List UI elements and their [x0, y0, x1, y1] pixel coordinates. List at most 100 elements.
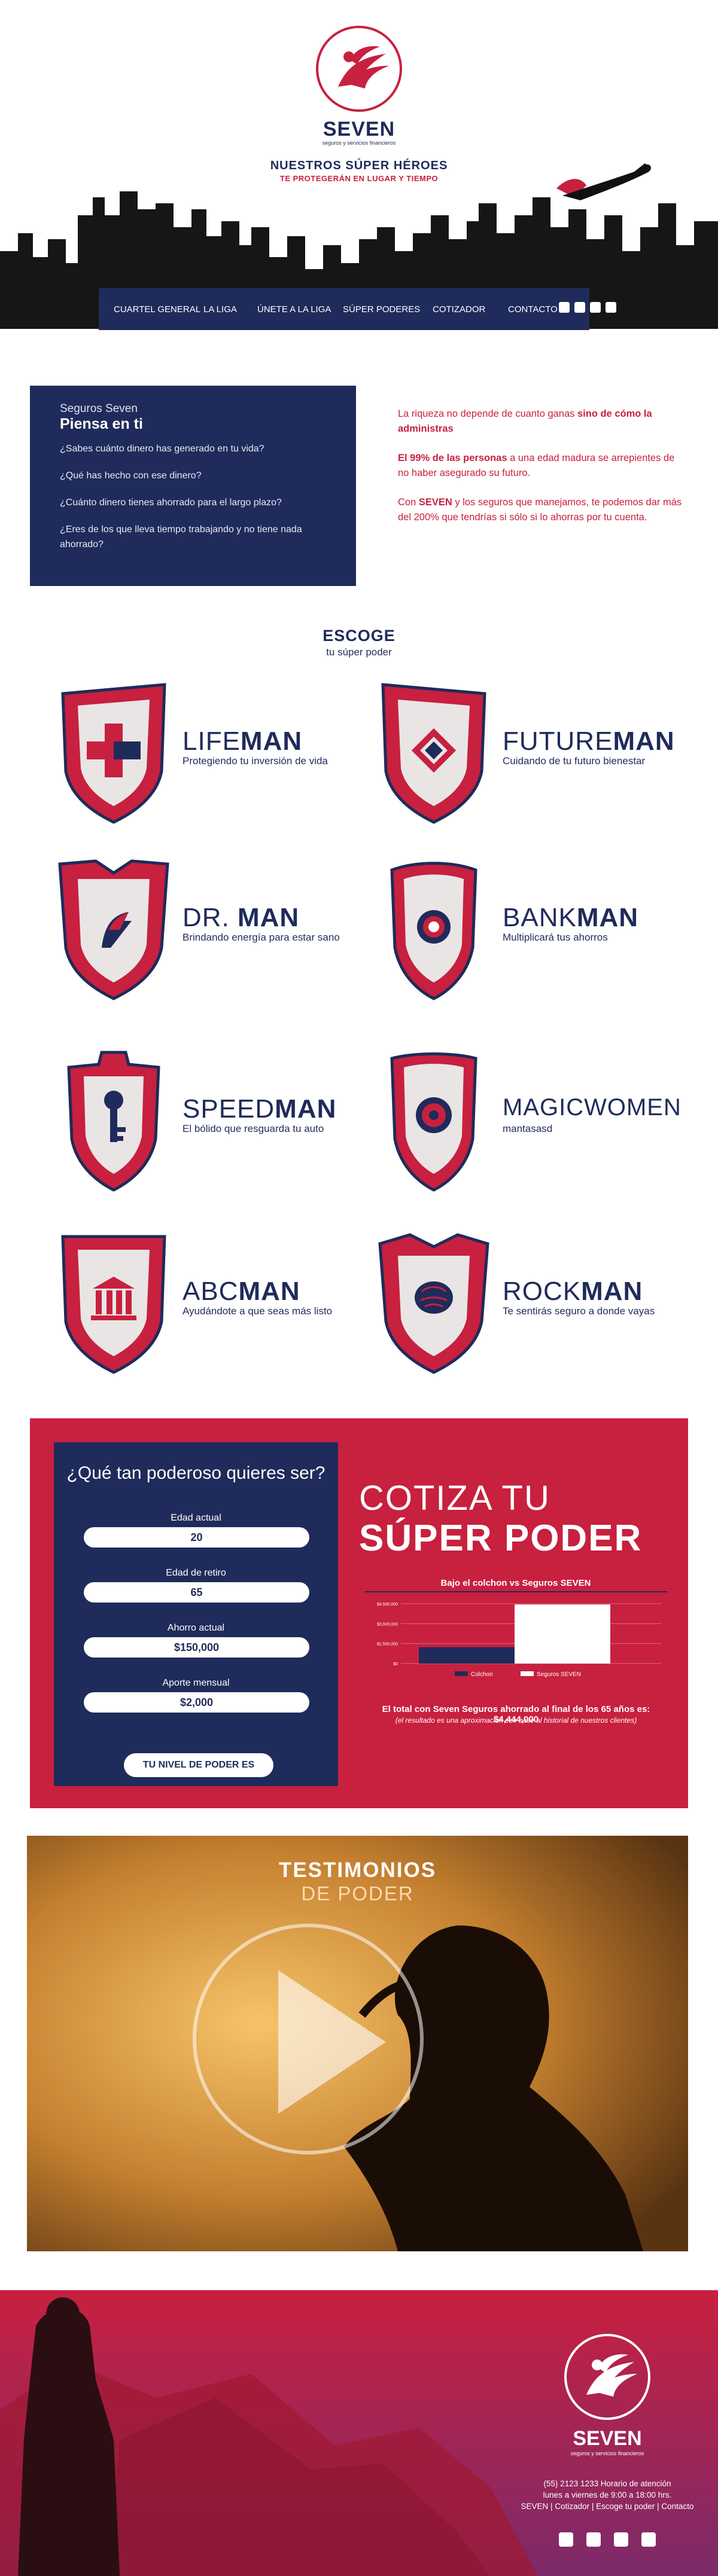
footer-social-links [509, 2532, 706, 2547]
nav-contacto[interactable]: CONTACTO [508, 304, 558, 315]
rockman-shield-icon [378, 1233, 489, 1374]
wealth-p3-brand: SEVEN [418, 497, 452, 508]
tu-nivel-de-poder-button[interactable]: TU NIVEL DE PODER ES [124, 1753, 273, 1777]
hero-description: Protegiendo tu inversión de vida [182, 755, 328, 767]
chart-ytick-label: $1,500,000 [377, 1643, 398, 1647]
piensa-title: Piensa en ti [60, 416, 143, 432]
escoge-heading: ESCOGE tu súper poder [269, 627, 449, 658]
twitter-icon[interactable] [614, 2532, 628, 2547]
chart-legend-label: Seguros SEVEN [537, 1671, 581, 1678]
nav-cuartel-general[interactable]: CUARTEL GENERAL [114, 304, 200, 315]
footer-brand-emblem-icon[interactable] [562, 2332, 652, 2422]
piensa-en-ti-panel: Seguros Seven Piensa en ti ¿Sabes cuánto… [30, 386, 356, 586]
nav-la-liga[interactable]: LA LIGA [203, 304, 237, 315]
hero-card-bankman[interactable]: BANKMAN Multiplicará tus ahorros [374, 858, 709, 1014]
nav-cotizador[interactable]: COTIZADOR [433, 304, 485, 315]
nav-unete-a-la-liga[interactable]: ÚNETE A LA LIGA [257, 304, 331, 315]
hero-description: Cuidando de tu futuro bienestar [503, 755, 646, 767]
hero-name: ABCMAN [182, 1277, 300, 1306]
hero-card-magicwomen[interactable]: MAGICWOMEN mantasasd [374, 1049, 709, 1205]
abcman-shield-icon [61, 1235, 166, 1374]
hero-title: NUESTROS SÚPER HÉROES [270, 159, 448, 172]
hero-name: LIFEMAN [182, 727, 303, 756]
field-label-edad-actual: Edad actual [171, 1513, 221, 1523]
hero-description: mantasasd [503, 1123, 553, 1134]
bankman-shield-icon [390, 862, 477, 1000]
lifeman-shield-icon [61, 683, 166, 824]
chart-legend-swatch [455, 1671, 468, 1676]
magicwomen-shield-icon [390, 1052, 477, 1192]
piensa-question: ¿Cuánto dinero tienes ahorrado para el l… [60, 498, 282, 508]
footer-info: SEVEN seguros y servicios financieros (5… [509, 2332, 706, 2547]
hero-card-lifeman[interactable]: LIFEMAN Protegiendo tu inversión de vida [54, 682, 389, 837]
wealth-p1-text: La riqueza no depende de cuanto ganas [398, 408, 577, 419]
chart-title: Bajo el colchon vs Seguros SEVEN [441, 1578, 591, 1588]
hero-card-futureman[interactable]: FUTUREMAN Cuidando de tu futuro bienesta… [374, 682, 709, 837]
chart-bars [419, 1604, 610, 1664]
nav-super-poderes[interactable]: SÚPER PODERES [343, 304, 420, 315]
footer-brand-name: SEVEN [573, 2427, 642, 2450]
chart-ytick-label: $4,500,000 [377, 1603, 398, 1607]
chart-legend: Colchon Seguros SEVEN [455, 1671, 581, 1678]
piensa-kicker: Seguros Seven [60, 402, 138, 415]
brand-tagline: seguros y servicios financieros [322, 140, 396, 146]
chart-legend-swatch [521, 1671, 534, 1676]
hero-name: MAGICWOMEN [503, 1094, 682, 1121]
futureman-shield-icon [381, 683, 486, 824]
field-label-ahorro-actual: Ahorro actual [167, 1623, 225, 1633]
cotiza-heading-2: SÚPER PODER [359, 1518, 643, 1559]
wealth-message: La riqueza no depende de cuanto ganas si… [398, 407, 685, 539]
ahorro-actual-input[interactable]: $150,000 [84, 1637, 309, 1658]
hero-card-abcman[interactable]: ABCMAN Ayudándote a que seas más listo [54, 1232, 389, 1387]
youtube-icon[interactable] [606, 302, 616, 313]
field-label-edad-retiro: Edad de retiro [166, 1568, 226, 1578]
wealth-p2-bold: El 99% de las personas [398, 453, 507, 463]
piensa-question: ¿Qué has hecho con ese dinero? [60, 471, 202, 481]
savings-comparison-chart: Bajo el colchon vs Seguros SEVEN $0 $1,50… [365, 1578, 667, 1678]
facebook-icon[interactable] [559, 2532, 573, 2547]
chart-bar [419, 1647, 515, 1664]
chart-ytick-label: $0 [393, 1662, 398, 1667]
brand-logo[interactable]: SEVEN seguros y servicios financieros [308, 24, 410, 146]
instagram-icon[interactable] [586, 2532, 601, 2547]
escoge-subtitle: tu súper poder [326, 646, 392, 658]
hero-name: SPEEDMAN [182, 1094, 337, 1124]
speedman-shield-icon [67, 1051, 160, 1192]
brand-emblem-icon [316, 26, 402, 112]
escoge-title: ESCOGE [323, 627, 395, 645]
twitter-icon[interactable] [590, 302, 601, 313]
hero-description: El bólido que resguarda tu auto [182, 1123, 324, 1134]
testimonios-subtitle: DE PODER [301, 1882, 414, 1904]
edad-retiro-input[interactable]: 65 [84, 1582, 309, 1603]
hero-card-drman[interactable]: DR. MAN Brindando energía para estar san… [54, 858, 389, 1014]
wealth-p3-text: Con [398, 497, 419, 508]
hero-description: Ayudándote a que seas más listo [182, 1305, 333, 1317]
chart-disclaimer: (el resultado es una aproximación con ba… [395, 1716, 637, 1725]
hero-name: ROCKMAN [503, 1277, 643, 1306]
field-label-aporte-mensual: Aporte mensual [162, 1678, 230, 1688]
aporte-mensual-input[interactable]: $2,000 [84, 1692, 309, 1713]
cotiza-heading-1: COTIZA TU [359, 1479, 550, 1518]
instagram-icon[interactable] [574, 302, 585, 313]
chart-bar [515, 1604, 610, 1664]
hero-description: Brindando energía para estar sano [182, 932, 340, 943]
edad-actual-input[interactable]: 20 [84, 1527, 309, 1548]
footer-hours: lunes a viernes de 9:00 a 18:00 hrs. [543, 2490, 672, 2499]
hero-name: BANKMAN [503, 903, 639, 932]
footer-phone: (55) 2123 1233 Horario de atención [543, 2479, 671, 2488]
facebook-icon[interactable] [559, 302, 570, 313]
piensa-question: ¿Eres de los que lleva tiempo trabajando… [60, 524, 302, 550]
hero-card-speedman[interactable]: SPEEDMAN El bólido que resguarda tu auto [54, 1049, 389, 1205]
footer-links[interactable]: SEVEN | Cotizador | Escoge tu poder | Co… [509, 2501, 706, 2512]
hero-card-rockman[interactable]: ROCKMAN Te sentirás seguro a donde vayas [374, 1232, 709, 1387]
piensa-question: ¿Sabes cuánto dinero has generado en tu … [60, 444, 264, 454]
testimonios-video[interactable]: TESTIMONIOS DE PODER [27, 1836, 688, 2251]
hero-description: Multiplicará tus ahorros [503, 932, 608, 943]
youtube-icon[interactable] [641, 2532, 656, 2547]
testimonios-heading: TESTIMONIOS DE PODER [27, 1858, 688, 1905]
chart-ytick-label: $3,000,000 [377, 1622, 398, 1626]
cotiza-section: ¿Qué tan poderoso quieres ser? Edad actu… [30, 1418, 688, 1808]
hero-name: FUTUREMAN [503, 727, 675, 756]
quote-form: ¿Qué tan poderoso quieres ser? Edad actu… [54, 1442, 338, 1786]
testimonios-title: TESTIMONIOS [278, 1858, 437, 1882]
